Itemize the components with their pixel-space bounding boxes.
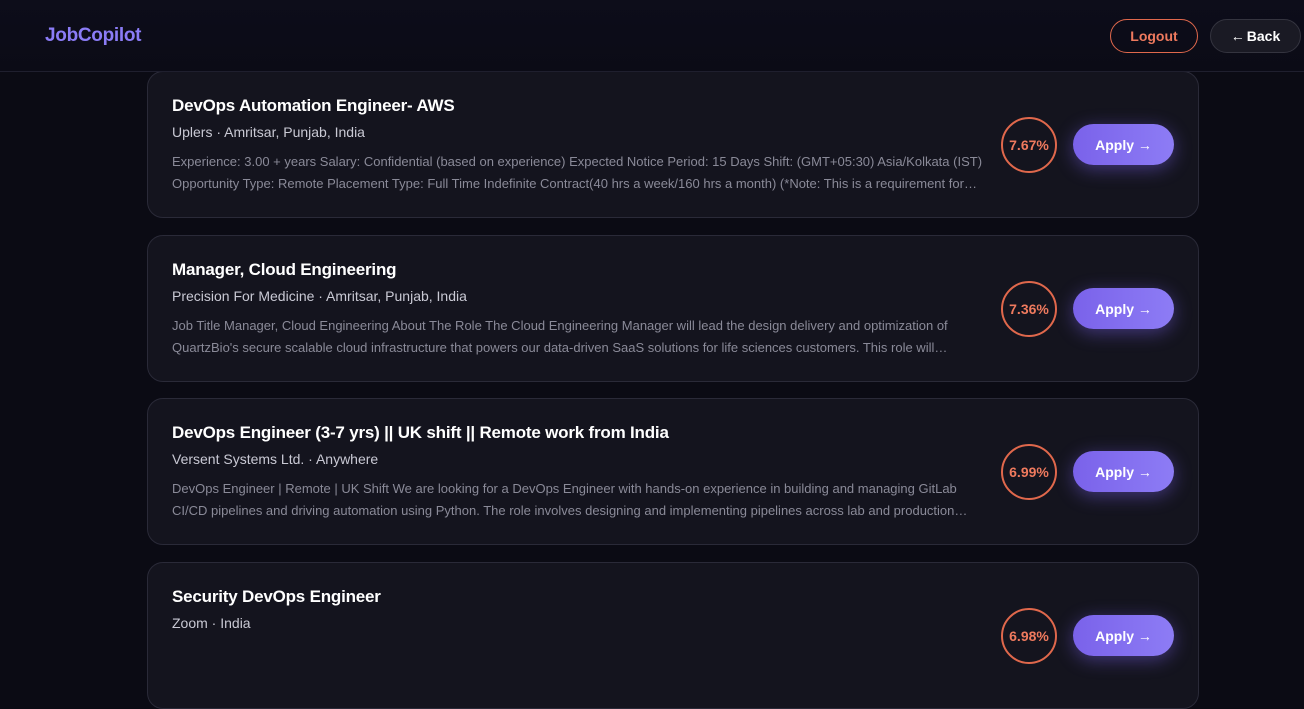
logout-button[interactable]: Logout [1110,19,1198,53]
match-score-badge: 7.67% [1001,117,1057,173]
job-description: DevOps Engineer | Remote | UK Shift We a… [172,481,957,518]
app-logo[interactable]: JobCopilot [45,25,142,47]
job-company-location: Precision For Medicine · Amritsar, Punja… [172,288,467,304]
match-score-badge: 6.99% [1001,444,1057,500]
arrow-left-icon: ← [1230,28,1245,44]
job-company-location: Zoom · India [172,615,251,631]
top-nav-bar: JobCopilot Logout ← Back [0,0,1304,72]
job-title[interactable]: Security DevOps Engineer [172,587,381,607]
match-score-badge: 6.98% [1001,608,1057,664]
job-list: DevOps Automation Engineer- AWS Uplers ·… [0,0,1304,709]
job-title[interactable]: Manager, Cloud Engineering [172,260,397,280]
job-card[interactable]: Security DevOps Engineer Zoom · India 6.… [147,562,1199,709]
back-button[interactable]: ← Back [1210,19,1301,53]
job-card[interactable]: Manager, Cloud Engineering Precision For… [147,235,1199,382]
apply-button[interactable]: Apply → [1073,615,1174,656]
match-score-badge: 7.36% [1001,281,1057,337]
job-description: Experience: 3.00 + years Salary: Confide… [172,154,983,191]
job-card[interactable]: DevOps Automation Engineer- AWS Uplers ·… [147,71,1199,218]
job-title[interactable]: DevOps Automation Engineer- AWS [172,96,455,116]
job-title[interactable]: DevOps Engineer (3-7 yrs) || UK shift ||… [172,423,669,443]
job-company-location: Uplers · Amritsar, Punjab, India [172,124,365,140]
apply-button[interactable]: Apply → [1073,451,1174,492]
apply-button[interactable]: Apply → [1073,288,1174,329]
back-button-label: Back [1246,28,1281,44]
job-company-location: Versent Systems Ltd. · Anywhere [172,451,379,467]
job-card[interactable]: DevOps Engineer (3-7 yrs) || UK shift ||… [147,398,1199,545]
apply-button[interactable]: Apply → [1073,124,1174,165]
job-description: Job Title Manager, Cloud Engineering Abo… [172,318,948,355]
